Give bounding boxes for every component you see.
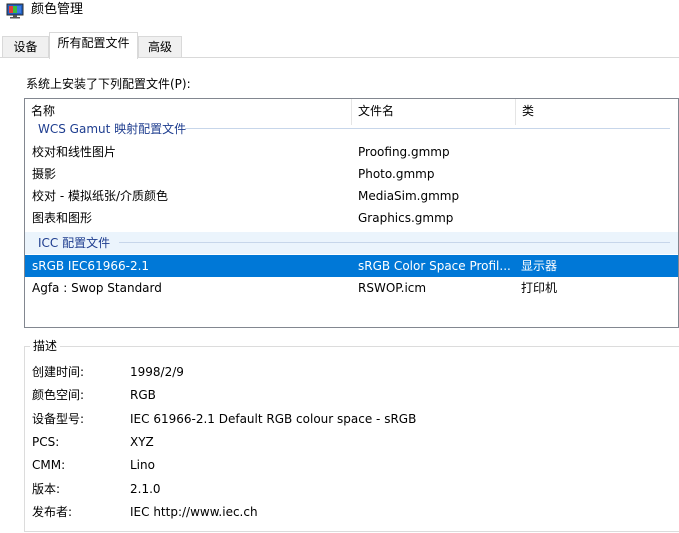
profiles-list[interactable]: 名称 文件名 类 WCS Gamut 映射配置文件 校对和线性图片 Proofi… [24,98,679,328]
description-groupbox: 描述 创建时间: 1998/2/9 颜色空间: RGB 设备型号: IEC 61… [24,338,679,532]
group-divider [185,128,670,129]
field-label: 颜色空间: [32,388,85,402]
field-label: 设备型号: [32,412,85,426]
installed-profiles-label: 系统上安装了下列配置文件(P): [26,77,191,91]
list-item[interactable]: 校对 - 模拟纸张/介质颜色 MediaSim.gmmp [25,185,678,207]
list-item[interactable]: 摄影 Photo.gmmp [25,163,678,185]
tab-advanced[interactable]: 高级 [138,36,182,58]
profile-name: Agfa : Swop Standard [32,281,162,295]
title-bar: 颜色管理 [0,0,679,28]
field-value: RGB [130,388,156,402]
field-label: 创建时间: [32,365,85,379]
group-title: WCS Gamut 映射配置文件 [38,122,187,136]
profile-class: 打印机 [521,281,558,295]
field-value: 2.1.0 [130,482,161,496]
profile-filename: sRGB Color Space Profil... [358,259,511,273]
profile-name: 图表和图形 [32,211,93,225]
monitor-color-icon [6,3,24,19]
field-value: Lino [130,458,155,472]
profile-class: 显示器 [521,259,558,273]
field-label: CMM: [32,458,66,472]
field-label: 版本: [32,482,61,496]
field-value: 1998/2/9 [130,365,184,379]
tab-devices[interactable]: 设备 [2,36,49,58]
group-header-icc[interactable]: ICC 配置文件 [25,232,678,254]
field-value: XYZ [130,435,154,449]
tab-strip: 设备 所有配置文件 高级 [0,32,679,59]
tab-panel-all-profiles: 系统上安装了下列配置文件(P): 名称 文件名 类 WCS Gamut 映射配置… [0,57,679,533]
window-title: 颜色管理 [31,2,84,17]
description-title: 描述 [30,338,61,354]
profile-filename: MediaSim.gmmp [358,189,460,203]
profile-name: 校对和线性图片 [32,145,117,159]
profile-filename: Proofing.gmmp [358,145,450,159]
list-item[interactable]: 校对和线性图片 Proofing.gmmp [25,141,678,163]
field-value: IEC http://www.iec.ch [130,505,258,519]
profile-name: sRGB IEC61966-2.1 [32,259,150,273]
field-label: 发布者: [32,505,73,519]
profile-filename: Photo.gmmp [358,167,435,181]
tab-all-profiles[interactable]: 所有配置文件 [49,32,138,59]
list-item[interactable]: 图表和图形 Graphics.gmmp [25,207,678,229]
profile-filename: Graphics.gmmp [358,211,454,225]
profile-filename: RSWOP.icm [358,281,427,295]
group-header-wcs[interactable]: WCS Gamut 映射配置文件 [25,118,678,140]
profile-name: 摄影 [32,167,57,181]
list-item[interactable]: Agfa : Swop Standard RSWOP.icm 打印机 [25,277,678,299]
list-item-selected[interactable]: sRGB IEC61966-2.1 sRGB Color Space Profi… [25,255,678,277]
profile-name: 校对 - 模拟纸张/介质颜色 [32,189,169,203]
group-divider [119,242,670,243]
group-title: ICC 配置文件 [38,233,115,253]
field-label: PCS: [32,435,60,449]
field-value: IEC 61966-2.1 Default RGB colour space -… [130,412,417,426]
